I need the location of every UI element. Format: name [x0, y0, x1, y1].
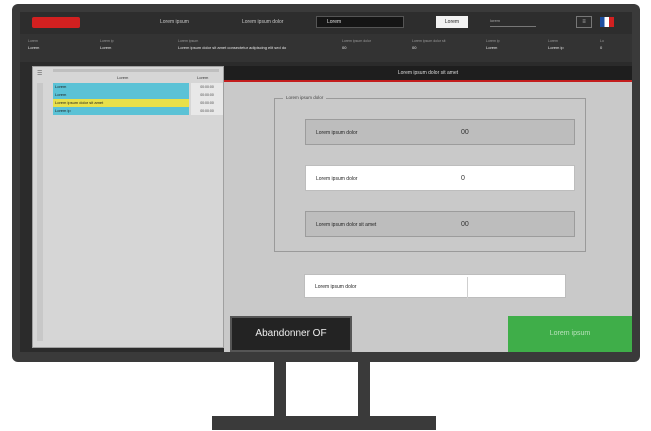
field-value: 00 — [461, 129, 469, 136]
top-bar: Lorem ipsum Lorem ipsum dolor Lorem Lore… — [20, 12, 632, 34]
list-item-name: Lorem ip — [53, 107, 189, 115]
operation-header: Lorem ipsum dolor sit amet — [224, 66, 632, 82]
monitor-bezel: Lorem ipsum Lorem ipsum dolor Lorem Lore… — [12, 4, 640, 362]
list-item[interactable]: Lorem 00:00:00 — [53, 91, 223, 99]
nav-item-2[interactable]: Lorem ipsum dolor — [242, 19, 283, 25]
quantity-group: Lorem ipsum dolor Lorem ipsum dolor 00 L… — [274, 95, 586, 252]
group-label: Lorem ipsum dolor — [283, 95, 327, 100]
list-icon[interactable]: ☰ — [37, 70, 42, 77]
screen: Lorem ipsum Lorem ipsum dolor Lorem Lore… — [20, 12, 632, 352]
nav-item-1[interactable]: Lorem ipsum — [160, 19, 189, 25]
list-item-time: 00:00:00 — [191, 107, 223, 115]
field-label: Lorem ipsum dolor — [315, 284, 357, 290]
field-label: Lorem ipsum dolor — [316, 176, 358, 182]
list-item-selected[interactable]: Lorem ipsum dolor sit amet 00:00:00 — [53, 99, 223, 107]
quantity-field-1: Lorem ipsum dolor 00 — [305, 119, 575, 145]
field-divider — [467, 277, 468, 299]
quantity-input[interactable]: Lorem ipsum dolor 0 — [305, 165, 575, 191]
info-cell: Lorem ipsum Lorem ipsum dolor sit amet co… — [178, 39, 287, 50]
field-value: 00 — [461, 221, 469, 228]
field-value: 0 — [461, 175, 465, 182]
info-cell: Lo 0 — [600, 39, 604, 50]
info-cell: Lorem Lorem — [28, 39, 40, 50]
order-list-panel: ☰ Lorem Lorem Lorem 00:00:00 Lorem 00:00… — [32, 66, 224, 348]
order-list: Lorem 00:00:00 Lorem 00:00:00 Lorem ipsu… — [53, 83, 223, 115]
list-item[interactable]: Lorem 00:00:00 — [53, 83, 223, 91]
info-cell: Lorem Lorem ip — [548, 39, 564, 50]
info-cell: Lorem ipsum dolor 00 — [342, 39, 371, 50]
panel-search-bar[interactable] — [53, 69, 219, 72]
column-header-time: Lorem — [197, 75, 209, 80]
field-label: Lorem ipsum dolor — [316, 130, 358, 136]
list-item-name: Lorem — [53, 91, 189, 99]
top-field[interactable]: lorem — [490, 18, 536, 27]
top-button[interactable]: Lorem — [436, 16, 468, 28]
brand-logo — [32, 17, 80, 28]
operation-pane: Lorem ipsum dolor sit amet Lorem ipsum d… — [224, 66, 632, 352]
quantity-field-3: Lorem ipsum dolor sit amet 00 — [305, 211, 575, 237]
list-item-name: Lorem — [53, 83, 189, 91]
order-info-row: Lorem Lorem Lorem ip Lorem Lorem ipsum Lore… — [20, 34, 632, 62]
list-item-time: 00:00:00 — [191, 83, 223, 91]
panel-scrollbar[interactable] — [37, 83, 43, 341]
monitor-neck — [274, 362, 370, 418]
abandon-order-button[interactable]: Abandonner OF — [230, 316, 352, 352]
list-item-time: 00:00:00 — [191, 91, 223, 99]
column-header-name: Lorem — [117, 75, 129, 80]
info-cell: Lorem ip Lorem — [486, 39, 500, 50]
info-cell: Lorem ip Lorem — [100, 39, 114, 50]
field-label: Lorem ipsum dolor sit amet — [316, 222, 377, 228]
list-item[interactable]: Lorem ip 00:00:00 — [53, 107, 223, 115]
monitor-foot — [212, 416, 436, 430]
flag-icon[interactable] — [600, 17, 614, 27]
list-item-time: 00:00:00 — [191, 99, 223, 107]
extra-input[interactable]: Lorem ipsum dolor — [304, 274, 566, 299]
menu-icon[interactable]: ≡ — [576, 16, 592, 28]
info-cell: Lorem ipsum dolor sit 00 — [412, 39, 446, 50]
nav-item-active[interactable]: Lorem — [316, 16, 404, 28]
list-item-name: Lorem ipsum dolor sit amet — [53, 99, 189, 107]
validate-button[interactable]: Lorem ipsum — [508, 316, 632, 352]
